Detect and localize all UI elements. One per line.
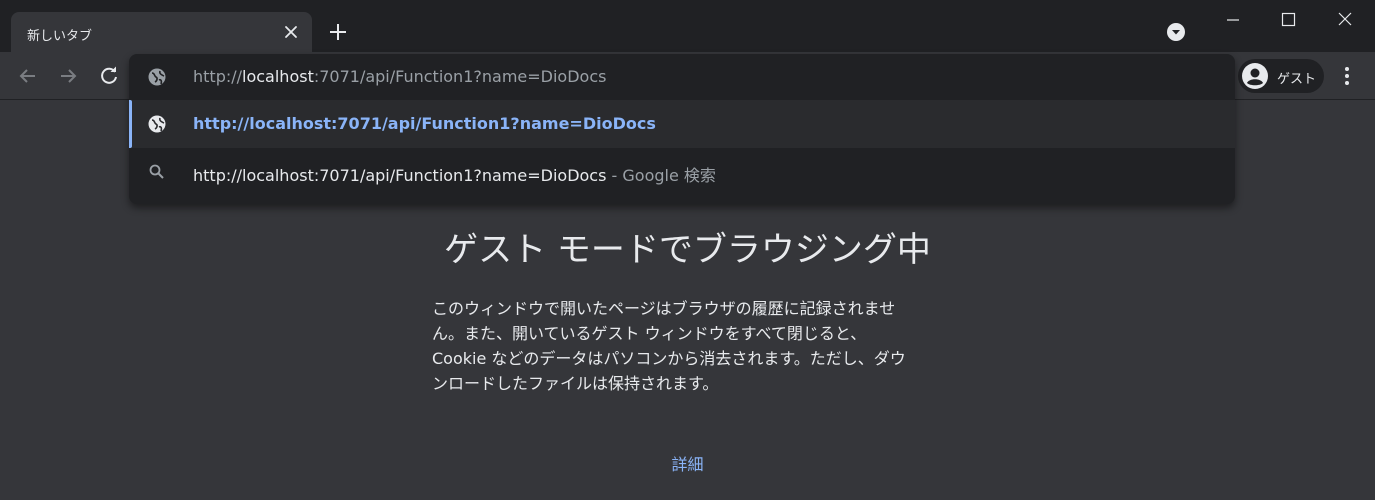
url-path: :7071/api/Function1?name=DioDocs	[313, 67, 607, 86]
address-bar[interactable]: http://localhost:7071/api/Function1?name…	[129, 54, 1235, 100]
description-line: Cookie などのデータはパソコンから消去されます。ただし、ダウ	[432, 349, 906, 368]
profile-button[interactable]: ゲスト	[1238, 59, 1324, 93]
tab-close-icon[interactable]	[282, 23, 300, 41]
suggestion-text: http://localhost:7071/api/Function1?name…	[193, 114, 656, 133]
description-line: このウィンドウで開いたページはブラウザの履歴に記録されませ	[432, 299, 896, 318]
tab-title: 新しいタブ	[27, 29, 93, 44]
suggestion-suffix: - Google 検索	[606, 166, 716, 185]
active-tab[interactable]: 新しいタブ	[11, 12, 312, 53]
suggestion-search-text: http://localhost:7071/api/Function1?name…	[193, 162, 716, 186]
guest-mode-description: このウィンドウで開いたページはブラウザの履歴に記録されませ ん。また、開いている…	[432, 296, 942, 396]
suggestion-search[interactable]: http://localhost:7071/api/Function1?name…	[129, 148, 1235, 196]
selection-indicator	[129, 100, 132, 148]
guest-avatar-icon	[1241, 62, 1269, 90]
page-title: ゲスト モードでブラウジング中	[444, 230, 931, 270]
tab-search-chevron-down-icon[interactable]	[1166, 22, 1186, 42]
url-host: localhost	[242, 67, 314, 86]
globe-icon	[147, 114, 167, 134]
more-vertical-icon[interactable]	[1335, 64, 1359, 88]
forward-arrow-right-icon[interactable]	[56, 64, 80, 88]
reload-icon[interactable]	[97, 64, 121, 88]
new-tab-plus-icon[interactable]	[328, 22, 348, 42]
search-icon	[147, 162, 167, 182]
learn-more-link[interactable]: 詳細	[0, 451, 1375, 475]
maximize-icon[interactable]	[1265, 0, 1311, 40]
profile-label: ゲスト	[1277, 72, 1317, 87]
tab-strip: 新しいタブ	[0, 0, 1375, 53]
address-input[interactable]: http://localhost:7071/api/Function1?name…	[193, 67, 606, 86]
minimize-icon[interactable]	[1210, 0, 1256, 40]
omnibox-dropdown: http://localhost:7071/api/Function1?name…	[129, 54, 1235, 204]
back-arrow-left-icon[interactable]	[16, 64, 40, 88]
window-close-icon[interactable]	[1322, 0, 1368, 40]
description-line: ん。また、開いているゲスト ウィンドウをすべて閉じると、	[432, 324, 867, 343]
description-line: ンロードしたファイルは保持されます。	[432, 374, 719, 393]
globe-icon	[147, 67, 167, 87]
url-scheme: http://	[193, 67, 243, 86]
suggestion-url[interactable]: http://localhost:7071/api/Function1?name…	[129, 100, 1235, 148]
suggestion-query: http://localhost:7071/api/Function1?name…	[193, 166, 607, 185]
